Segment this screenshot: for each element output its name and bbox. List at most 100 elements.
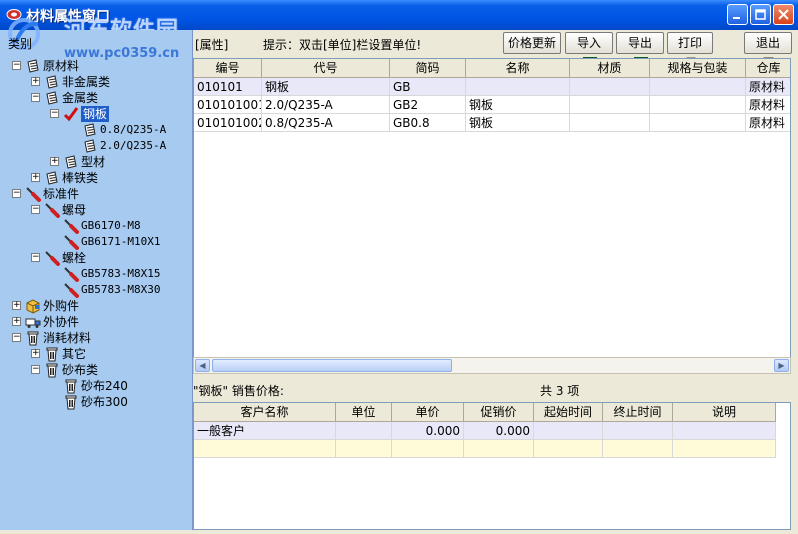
tree-item[interactable]: − 钢板 <box>0 106 190 122</box>
table-cell[interactable] <box>673 422 776 440</box>
table-cell[interactable] <box>603 422 673 440</box>
tree-item[interactable]: 砂布300 <box>0 394 190 410</box>
tree-item[interactable]: 0.8/Q235-A <box>0 122 190 138</box>
table-cell[interactable] <box>336 440 392 458</box>
collapse-icon[interactable]: − <box>31 365 40 374</box>
table-cell[interactable]: 钢板 <box>466 96 570 114</box>
tree-item[interactable]: + 外协件 <box>0 314 190 330</box>
scroll-right-arrow[interactable]: ▶ <box>774 359 789 372</box>
table-cell[interactable]: 一般客户 <box>194 422 336 440</box>
price-update-button[interactable]: 价格更新 <box>503 32 561 54</box>
tree-item[interactable]: − 消耗材料 <box>0 330 190 346</box>
table-cell[interactable]: 010101002 <box>194 114 262 132</box>
table-cell[interactable] <box>534 440 603 458</box>
scrollbar-thumb[interactable] <box>212 359 452 372</box>
tree-item[interactable]: + 其它 <box>0 346 190 362</box>
column-header[interactable]: 终止时间 <box>603 403 673 422</box>
tree-item[interactable]: 2.0/Q235-A <box>0 138 190 154</box>
category-tree-panel[interactable]: 类别 − 原材料 + 非金属类 − 金属类 − 钢板 0.8/Q235-A 2.0/Q235-A +… <box>0 30 193 530</box>
scroll-left-arrow[interactable]: ◀ <box>195 359 210 372</box>
blueprint-icon <box>44 74 60 90</box>
table-cell[interactable] <box>650 78 746 96</box>
table-cell[interactable] <box>650 96 746 114</box>
table-cell[interactable]: 010101001 <box>194 96 262 114</box>
tree-item[interactable]: GB6170-M8 <box>0 218 190 234</box>
column-header[interactable]: 规格与包装 <box>650 59 746 78</box>
tree-item[interactable]: GB5783-M8X30 <box>0 282 190 298</box>
tree-item[interactable]: − 螺栓 <box>0 250 190 266</box>
column-header[interactable]: 名称 <box>466 59 570 78</box>
export-button[interactable]: 导出 <box>616 32 664 71</box>
column-header[interactable]: 代号 <box>262 59 390 78</box>
column-header[interactable]: 促销价 <box>464 403 534 422</box>
tree-item[interactable]: − 金属类 <box>0 90 190 106</box>
horizontal-scrollbar[interactable]: ◀ ▶ <box>193 357 791 374</box>
expand-icon[interactable]: + <box>50 157 59 166</box>
table-cell[interactable]: GB <box>390 78 466 96</box>
collapse-icon[interactable]: − <box>31 205 40 214</box>
tree-item[interactable]: − 螺母 <box>0 202 190 218</box>
tree-item[interactable]: + 棒铁类 <box>0 170 190 186</box>
expand-icon[interactable]: + <box>31 349 40 358</box>
expand-icon[interactable]: + <box>31 77 40 86</box>
table-cell[interactable]: 010101 <box>194 78 262 96</box>
tree-item[interactable]: + 非金属类 <box>0 74 190 90</box>
tree-item[interactable]: + 外购件 <box>0 298 190 314</box>
table-cell[interactable]: 原材料 <box>746 96 790 114</box>
table-cell[interactable] <box>392 440 464 458</box>
collapse-icon[interactable]: − <box>12 189 21 198</box>
expand-icon[interactable]: + <box>31 173 40 182</box>
column-header[interactable]: 客户名称 <box>194 403 336 422</box>
column-header[interactable]: 单位 <box>336 403 392 422</box>
column-header[interactable]: 简码 <box>390 59 466 78</box>
exit-button[interactable]: 退出 <box>744 32 792 70</box>
table-cell[interactable] <box>464 440 534 458</box>
tree-item[interactable]: − 标准件 <box>0 186 190 202</box>
table-cell[interactable]: 钢板 <box>466 114 570 132</box>
table-cell[interactable] <box>194 440 336 458</box>
table-cell[interactable] <box>650 114 746 132</box>
table-cell[interactable] <box>570 96 650 114</box>
table-cell[interactable]: 2.0/Q235-A <box>262 96 390 114</box>
print-button[interactable]: 打印 <box>667 32 713 70</box>
collapse-icon[interactable]: − <box>12 61 21 70</box>
table-cell[interactable] <box>673 440 776 458</box>
materials-table[interactable]: 编号 代号 简码 名称 材质 规格与包装 仓库 010101 钢板 GB 原材料 010101001 2… <box>193 58 791 358</box>
table-cell[interactable]: 原材料 <box>746 114 790 132</box>
collapse-icon[interactable]: − <box>12 333 21 342</box>
table-cell[interactable]: GB2 <box>390 96 466 114</box>
table-cell[interactable] <box>336 422 392 440</box>
table-cell[interactable] <box>603 440 673 458</box>
expand-icon[interactable]: + <box>12 301 21 310</box>
expand-icon[interactable]: + <box>12 317 21 326</box>
tree-item[interactable]: − 砂布类 <box>0 362 190 378</box>
close-button[interactable] <box>773 4 794 25</box>
tree-item[interactable]: + 型材 <box>0 154 190 170</box>
table-cell[interactable]: 0.000 <box>464 422 534 440</box>
price-table[interactable]: 客户名称 单位 单价 促销价 起始时间 终止时间 说明一般客户 0.000 0.000 <box>193 402 791 530</box>
table-cell[interactable] <box>570 78 650 96</box>
tree-item[interactable]: GB6171-M10X1 <box>0 234 190 250</box>
table-cell[interactable] <box>534 422 603 440</box>
table-cell[interactable]: 原材料 <box>746 78 790 96</box>
tree-item[interactable]: 砂布240 <box>0 378 190 394</box>
table-cell[interactable]: 0.000 <box>392 422 464 440</box>
collapse-icon[interactable]: − <box>50 109 59 118</box>
table-cell[interactable]: 0.8/Q235-A <box>262 114 390 132</box>
table-cell[interactable]: GB0.8 <box>390 114 466 132</box>
minimize-button[interactable] <box>727 4 748 25</box>
column-header[interactable]: 说明 <box>673 403 776 422</box>
tree-item[interactable]: GB5783-M8X15 <box>0 266 190 282</box>
column-header[interactable]: 单价 <box>392 403 464 422</box>
collapse-icon[interactable]: − <box>31 253 40 262</box>
import-button[interactable]: 导入 <box>565 32 613 71</box>
column-header[interactable]: 起始时间 <box>534 403 603 422</box>
column-header[interactable]: 仓库 <box>746 59 790 78</box>
table-cell[interactable] <box>570 114 650 132</box>
column-header[interactable]: 编号 <box>194 59 262 78</box>
table-cell[interactable]: 钢板 <box>262 78 390 96</box>
maximize-button[interactable] <box>750 4 771 25</box>
table-cell[interactable] <box>466 78 570 96</box>
collapse-icon[interactable]: − <box>31 93 40 102</box>
column-header[interactable]: 材质 <box>570 59 650 78</box>
